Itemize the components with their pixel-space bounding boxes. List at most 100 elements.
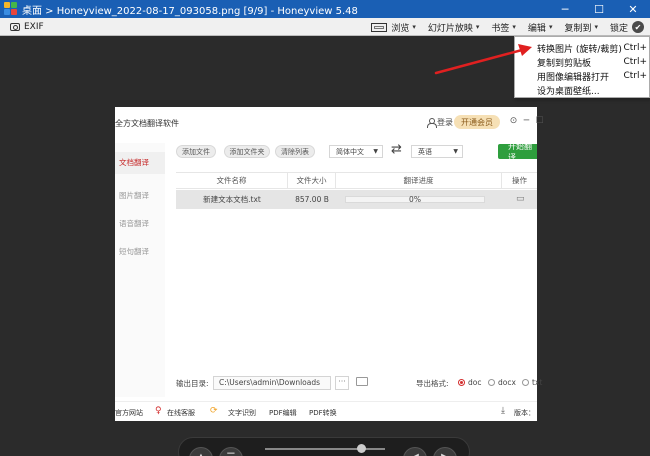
col-file-name: 文件名称 [176,173,288,189]
inner-header: 全方文档翻译软件 登录 开通会员 ⊙ ─ ☐ [115,107,544,137]
support-icon: ♀ [155,406,162,416]
ocr-icon: ⟳ [210,406,218,416]
output-path: C:\Users\admin\Downloads [213,376,331,390]
title-bar: 桌面 > Honeyview_2022-08-17_093058.png [9/… [0,0,650,18]
sidebar-item-voice: 语音翻译 [119,219,149,228]
footer-website: 官方网站 [115,409,143,417]
navigation-bar: ▲ ☰ ◀ ▶ [178,437,470,456]
sidebar-item-doc: 文档翻译 [115,152,165,174]
vip-label: 开通会员 [461,117,493,127]
chevron-down-icon: ▾ [548,23,553,31]
browse-button[interactable]: 浏览 ▾ [371,21,416,34]
source-language: 简体中文 [336,147,364,156]
col-progress: 翻译进度 [336,173,502,189]
chevron-down-icon: ▾ [512,23,516,31]
vip-button: 开通会员 [454,115,500,129]
nav-up-button[interactable]: ▲ [189,447,213,456]
check-circle-icon: ✔ [632,21,644,33]
format-docx-radio: docx [488,378,516,387]
menu-item-transform[interactable]: 转换图片 (旋转/裁剪) Ctrl+ [515,41,649,55]
window-title: 桌面 > Honeyview_2022-08-17_093058.png [9/… [22,5,358,17]
sidebar-item-image: 图片翻译 [119,191,149,200]
user-icon [427,118,437,128]
inner-maximize-icon: ☐ [535,116,544,126]
lock-button[interactable]: 锁定 ✔ [610,21,644,34]
honeyview-app-icon [4,2,18,16]
nav-slider-track[interactable] [265,448,385,450]
add-file-pill: 添加文件 [176,145,216,158]
footer-pdf-convert: PDF转换 [309,409,337,417]
target-language-select: 英语 ▼ [411,145,463,158]
sidebar-item-sentence: 短句翻译 [119,247,149,256]
folder-icon [356,377,368,386]
nav-next-button[interactable]: ▶ [433,447,457,456]
footer-version: 版本： [514,409,535,417]
copy-to-label: 复制到 [564,23,592,34]
inner-login: 登录 [427,117,453,128]
login-label: 登录 [437,118,453,127]
nav-prev-button[interactable]: ◀ [403,447,427,456]
menu-item-copy-clipboard[interactable]: 复制到剪贴板 Ctrl+ [515,55,649,69]
clear-list-pill: 清除列表 [275,145,315,158]
source-language-select: 简体中文 ▼ [329,145,383,158]
toolbar-right: 浏览 ▾ 幻灯片放映 ▾ 书签 ▾ 编辑 ▾ 复制到 ▾ 锁定 ✔ [359,18,644,36]
output-bar: 输出目录: C:\Users\admin\Downloads ··· 导出格式:… [176,375,542,391]
download-icon: ⤓ [501,406,505,416]
col-file-size: 文件大小 [288,173,336,189]
inner-app-title: 全方文档翻译软件 [115,119,179,128]
lock-label: 锁定 [609,23,628,34]
chevron-down-icon: ▼ [373,148,378,155]
nav-slider-thumb[interactable] [357,444,366,453]
nav-menu-button[interactable]: ☰ [219,447,243,456]
slideshow-button[interactable]: 幻灯片放映 ▾ [428,21,480,34]
chevron-down-icon: ▾ [412,23,416,31]
col-actions: 操作 [512,176,527,185]
swap-icon: ⇄ [391,142,402,157]
table-header: 文件名称 文件大小 翻译进度 操作 [176,172,537,189]
edit-button[interactable]: 编辑 ▾ [528,21,553,34]
inner-settings-icon: ⊙ [509,116,518,126]
folder-open-icon: ▭ [516,194,525,204]
menu-item-label: 转换图片 (旋转/裁剪) [537,44,622,55]
inner-window-controls: ⊙ ─ ☐ [507,116,546,126]
bookmarks-button[interactable]: 书签 ▾ [491,21,516,34]
target-language: 英语 [418,147,432,156]
exif-button[interactable]: EXIF [10,22,44,32]
menu-item-label: 复制到剪贴板 [537,58,592,69]
edit-label: 编辑 [527,23,546,34]
chevron-down-icon: ▼ [453,148,458,155]
menu-item-label: 设为桌面壁纸... [537,86,600,97]
row-progress-text: 0% [409,195,421,204]
inner-footer: 官方网站 ♀ 在线客服 ⟳ 文字识别 PDF编辑 PDF转换 ⤓ 版本： [115,401,537,421]
menu-item-set-wallpaper[interactable]: 设为桌面壁纸... [515,83,649,97]
add-folder-pill: 添加文件夹 [224,145,270,158]
bookmarks-label: 书签 [491,23,510,34]
chevron-down-icon: ▾ [475,23,480,31]
menu-item-shortcut: Ctrl+ [623,71,647,81]
start-translate-button: 开始翻译 [498,142,537,162]
exif-label: EXIF [24,21,44,32]
minimize-button[interactable]: ─ [548,0,582,18]
close-button[interactable]: ✕ [616,0,650,18]
menu-item-open-editor[interactable]: 用图像编辑器打开 Ctrl+ [515,69,649,83]
chevron-down-icon: ▾ [594,23,598,31]
window-controls: ─ ☐ ✕ [548,0,650,18]
browse-dots-button: ··· [335,376,349,390]
inner-minimize-icon: ─ [523,116,530,126]
format-txt-radio: txt [522,378,542,387]
footer-ocr: 文字识别 [228,409,256,417]
menu-item-shortcut: Ctrl+ [623,57,647,67]
frame-icon [371,22,388,32]
format-doc-radio: doc [458,378,481,387]
format-label: 导出格式: [416,379,449,388]
row-file-name: 新建文本文档.txt [203,195,261,204]
maximize-button[interactable]: ☐ [582,0,616,18]
row-file-size: 857.00 B [295,195,329,204]
slideshow-label: 幻灯片放映 [427,23,473,34]
footer-pdf-edit: PDF编辑 [269,409,297,417]
copy-to-button[interactable]: 复制到 ▾ [564,21,598,34]
camera-icon [10,22,20,31]
footer-support: 在线客服 [167,409,195,417]
displayed-image: 全方文档翻译软件 登录 开通会员 ⊙ ─ ☐ 文档翻译 图片翻译 语音翻译 短句… [115,107,544,421]
inner-sidebar: 文档翻译 图片翻译 语音翻译 短句翻译 [115,143,165,397]
